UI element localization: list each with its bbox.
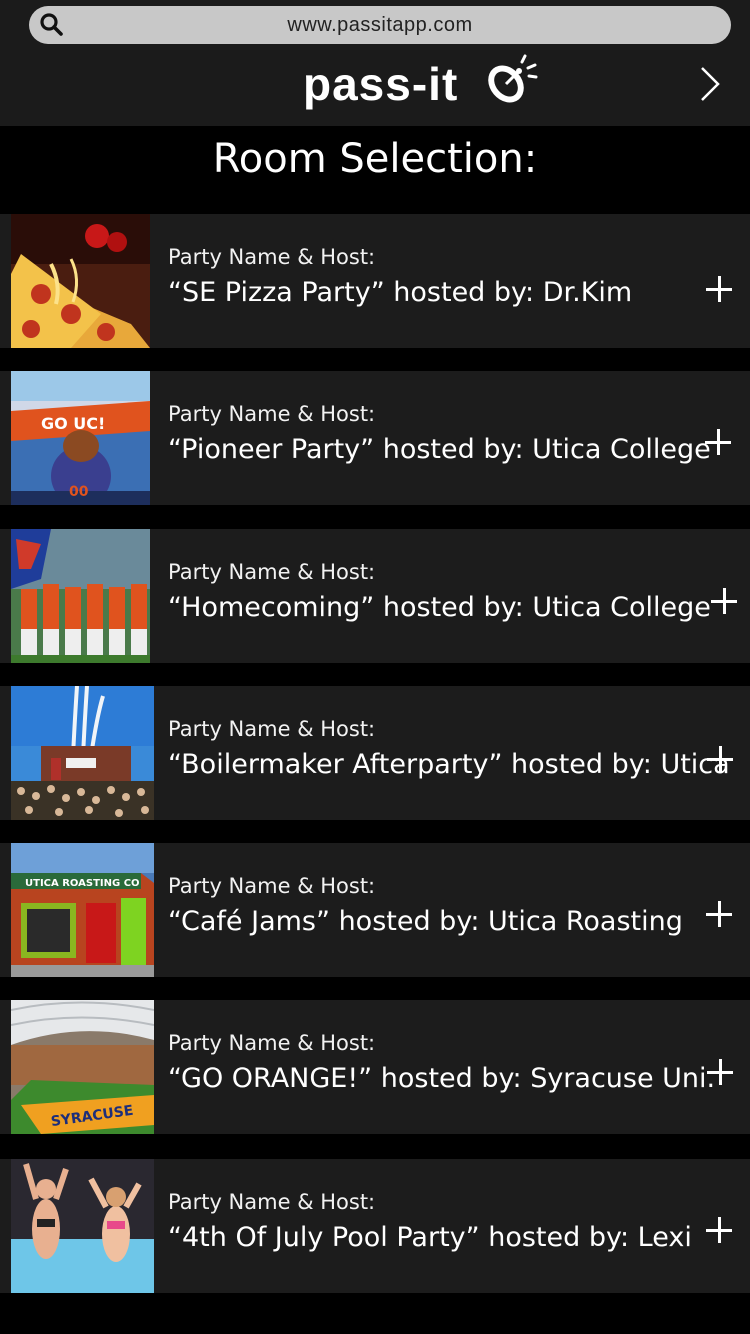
url-bar[interactable]: www.passitapp.com <box>29 6 731 44</box>
room-item[interactable]: Party Name & Host: “Boilermaker Afterpar… <box>0 686 750 820</box>
top-bar: www.passitapp.com pass-it <box>0 0 750 126</box>
football-team-photo <box>11 529 150 663</box>
add-icon[interactable] <box>706 1217 732 1243</box>
satellite-dish-icon <box>488 54 538 103</box>
mascot-photo: GO UC! 00 <box>11 371 150 505</box>
room-item[interactable]: Party Name & Host: “Homecoming” hosted b… <box>0 529 750 663</box>
room-label: Party Name & Host: <box>168 560 376 584</box>
room-item[interactable]: UTICA ROASTING CO Party Name & Host: “Ca… <box>0 843 750 977</box>
brand-logo-text: pass-it <box>303 58 459 110</box>
stadium-photo: SYRACUSE <box>11 1000 154 1134</box>
room-name: “Pioneer Party” hosted by: Utica College <box>168 434 711 465</box>
add-icon[interactable] <box>706 901 732 927</box>
room-name: “4th Of July Pool Party” hosted by: Lexi <box>168 1222 692 1253</box>
page-title: Room Selection: <box>212 136 538 182</box>
add-icon[interactable] <box>707 746 733 772</box>
pool-party-photo <box>11 1159 154 1293</box>
svg-text:GO UC!: GO UC! <box>41 414 105 433</box>
room-name: “Homecoming” hosted by: Utica College <box>168 592 711 623</box>
room-label: Party Name & Host: <box>168 245 376 269</box>
room-label: Party Name & Host: <box>168 1031 376 1055</box>
url-text: www.passitapp.com <box>287 14 473 36</box>
room-label: Party Name & Host: <box>168 717 376 741</box>
room-label: Party Name & Host: <box>168 874 376 898</box>
room-label: Party Name & Host: <box>168 1190 376 1214</box>
room-name: “Café Jams” hosted by: Utica Roasting <box>168 906 683 937</box>
svg-text:00: 00 <box>69 484 89 500</box>
room-name: “SE Pizza Party” hosted by: Dr.Kim <box>168 277 633 308</box>
room-item[interactable]: GO UC! 00 Party Name & Host: “Pioneer Pa… <box>0 371 750 505</box>
add-icon[interactable] <box>706 276 732 302</box>
add-icon[interactable] <box>707 1059 733 1085</box>
pizza-photo <box>11 214 150 348</box>
chevron-right-icon[interactable] <box>694 62 726 106</box>
room-name: “Boilermaker Afterparty” hosted by: Utic… <box>168 749 730 780</box>
room-label: Party Name & Host: <box>168 402 376 426</box>
crowd-photo <box>11 686 154 820</box>
svg-text:UTICA ROASTING CO: UTICA ROASTING CO <box>25 878 140 889</box>
room-item[interactable]: SYRACUSE Party Name & Host: “GO ORANGE!”… <box>0 1000 750 1134</box>
room-name: “GO ORANGE!” hosted by: Syracuse Uni. <box>168 1063 716 1094</box>
add-icon[interactable] <box>705 429 731 455</box>
room-item[interactable]: Party Name & Host: “SE Pizza Party” host… <box>0 214 750 348</box>
coffee-shop-photo: UTICA ROASTING CO <box>11 843 154 977</box>
room-item[interactable]: Party Name & Host: “4th Of July Pool Par… <box>0 1159 750 1293</box>
add-icon[interactable] <box>711 588 737 614</box>
